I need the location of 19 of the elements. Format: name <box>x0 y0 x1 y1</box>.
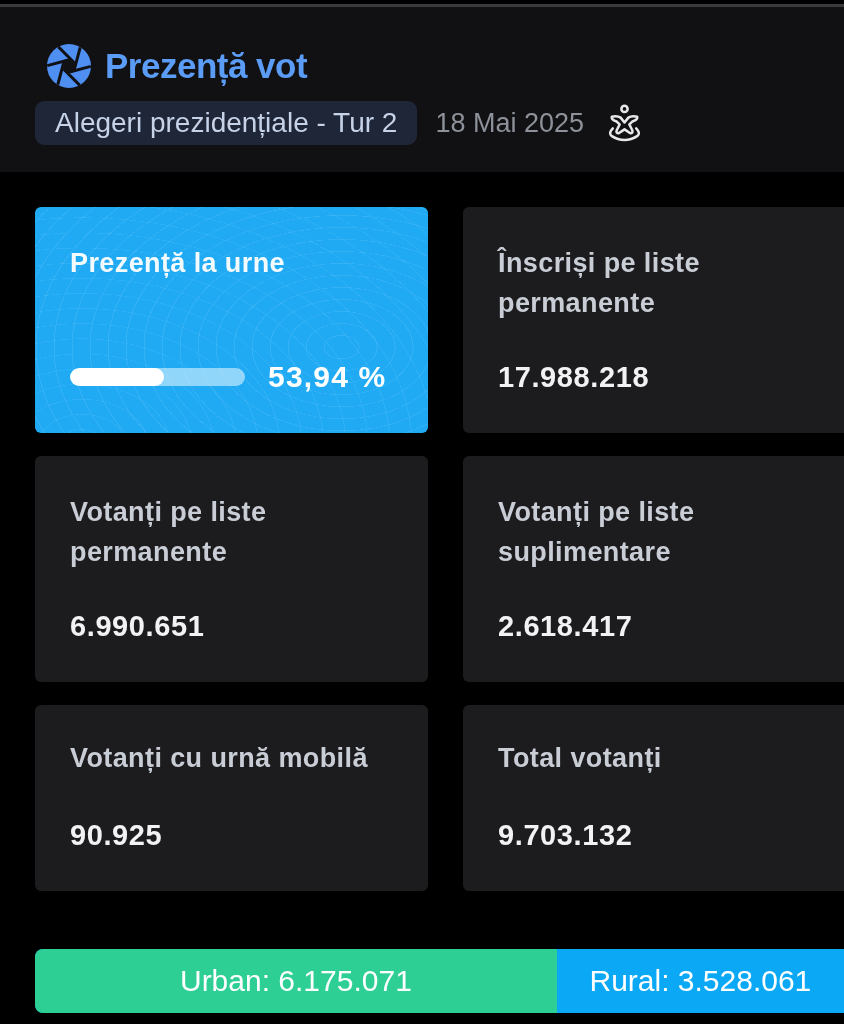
urban-segment: Urban: 6.175.071 <box>35 949 557 1013</box>
stat-value: 17.988.218 <box>498 360 650 395</box>
page-title: Prezență vot <box>105 46 308 86</box>
stat-value: 90.925 <box>70 818 163 853</box>
card-title: Total votanți <box>498 742 662 775</box>
card-title: Votanți pe liste suplimentare <box>498 496 696 569</box>
stat-value: 9.703.132 <box>498 818 633 853</box>
card-title: Votanți pe liste permanente <box>70 496 268 569</box>
rural-label: Rural: 3.528.061 <box>589 963 812 999</box>
aperture-icon <box>47 44 91 88</box>
election-badge: Alegeri prezidențiale - Tur 2 <box>35 101 418 145</box>
card-title: Prezență la urne <box>70 247 285 280</box>
election-date: 18 Mai 2025 <box>435 107 584 139</box>
stat-value: 6.990.651 <box>70 609 205 644</box>
stat-value: 2.618.417 <box>498 609 633 644</box>
percentage-value: 53,94 % <box>268 359 387 395</box>
card-title: Înscriși pe liste permanente <box>498 246 701 320</box>
card-title: Votanți cu urnă mobilă <box>70 742 368 775</box>
person-ring-icon <box>606 104 643 142</box>
